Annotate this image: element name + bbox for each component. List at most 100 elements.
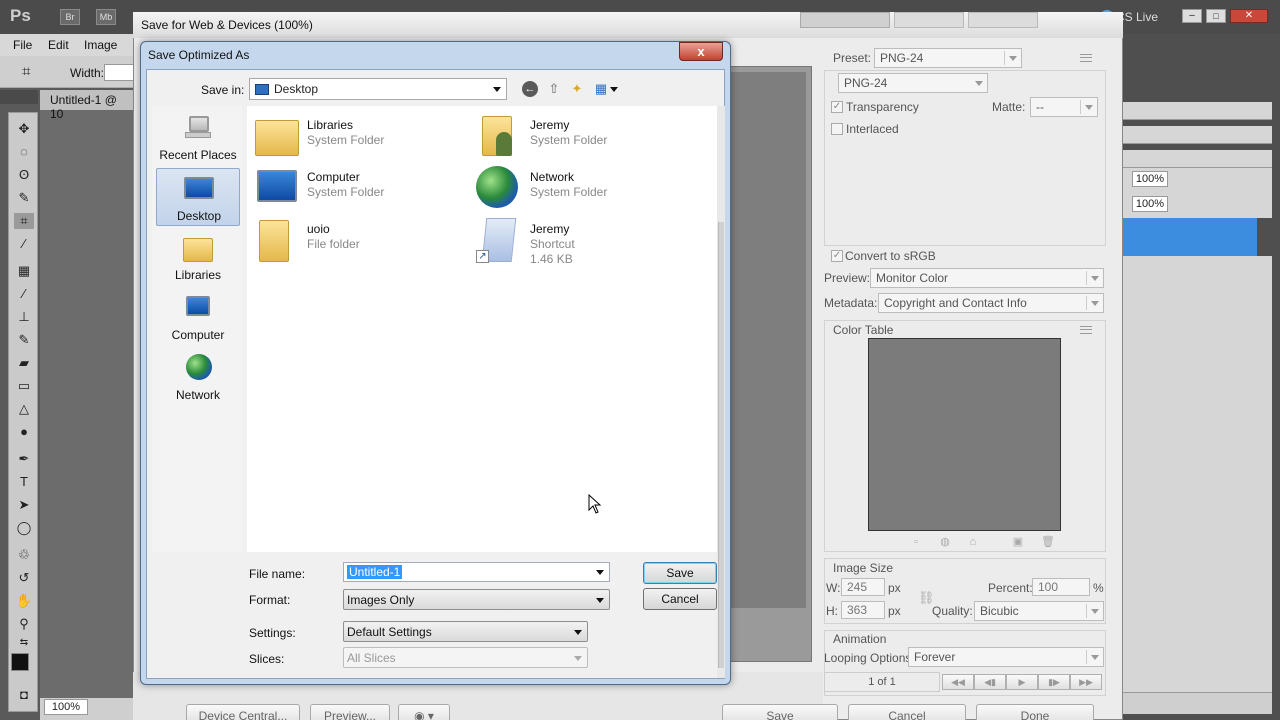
file-format-select[interactable]: PNG-24 <box>838 73 988 93</box>
transparency-checkbox[interactable]: ✓ <box>831 101 843 113</box>
foreground-color-swatch[interactable] <box>11 653 29 671</box>
image-width-input[interactable]: 245 <box>841 578 885 596</box>
quick-select-tool-icon[interactable]: ✎ <box>14 190 34 206</box>
scrollbar-thumb[interactable] <box>718 222 724 668</box>
looping-select[interactable]: Forever <box>908 647 1104 667</box>
back-icon[interactable]: ← <box>522 81 538 97</box>
marquee-tool-icon[interactable]: ◌ <box>14 144 34 160</box>
view-chevron-down-icon[interactable] <box>610 87 618 92</box>
next-frame-button[interactable]: ▮▶ <box>1038 674 1070 690</box>
blur-tool-icon[interactable]: △ <box>14 401 34 417</box>
bridge-button[interactable]: Br <box>60 9 80 25</box>
slices-select[interactable]: All Slices <box>343 647 588 668</box>
file-item-libraries[interactable]: Libraries System Folder <box>253 114 453 164</box>
previous-frame-button[interactable]: ◀▮ <box>974 674 1006 690</box>
sfw-cancel-button[interactable]: Cancel <box>848 704 966 720</box>
device-central-button[interactable]: Device Central... <box>186 704 300 720</box>
new-folder-icon[interactable]: ✦ <box>569 81 585 97</box>
dialog-close-button[interactable]: x <box>679 42 723 61</box>
save-in-select[interactable]: Desktop <box>249 78 507 100</box>
quick-mask-icon[interactable]: ◘ <box>14 687 34 703</box>
up-folder-icon[interactable]: ⇧ <box>546 81 562 97</box>
lasso-tool-icon[interactable]: ʘ <box>14 167 34 183</box>
dialog-save-button[interactable]: Save <box>643 562 717 584</box>
hand-tool-icon[interactable]: ✋ <box>14 593 34 609</box>
percent-input[interactable]: 100 <box>1032 578 1090 596</box>
file-item-network[interactable]: Network System Folder <box>476 166 676 216</box>
app-close-button[interactable]: ✕ <box>1230 9 1268 23</box>
new-color-icon[interactable]: ▣ <box>1012 536 1024 548</box>
eyedropper-tool-icon[interactable]: ⁄ <box>14 236 34 252</box>
lock-color-icon[interactable]: ⌂ <box>967 536 979 548</box>
interlaced-checkbox[interactable] <box>831 123 843 135</box>
file-item-jeremy[interactable]: Jeremy System Folder <box>476 114 676 164</box>
image-height-input[interactable]: 363 <box>841 601 885 619</box>
view-tab[interactable] <box>894 12 964 28</box>
place-recent-places[interactable]: Recent Places <box>156 108 240 166</box>
pen-tool-icon[interactable]: ✒ <box>14 451 34 467</box>
menu-image[interactable]: Image <box>84 38 117 52</box>
3d-orbit-tool-icon[interactable]: ↺ <box>14 570 34 586</box>
settings-select[interactable]: Default Settings <box>343 621 588 642</box>
file-list: Libraries System Folder Jeremy System Fo… <box>247 106 717 552</box>
history-brush-icon[interactable]: ✎ <box>14 332 34 348</box>
menu-edit[interactable]: Edit <box>48 38 69 52</box>
3d-rotate-tool-icon[interactable]: ♲ <box>14 547 34 563</box>
fill-value[interactable]: 100% <box>1132 196 1168 212</box>
view-menu-icon[interactable]: ▦ <box>593 81 609 97</box>
delete-color-icon[interactable]: 🗑 <box>1041 536 1055 548</box>
path-select-tool-icon[interactable]: ➤ <box>14 497 34 513</box>
shape-tool-icon[interactable]: ◯ <box>14 520 34 536</box>
stamp-tool-icon[interactable]: ⊥ <box>14 309 34 325</box>
map-transparent-icon[interactable]: ▫ <box>910 536 922 548</box>
mini-bridge-button[interactable]: Mb <box>96 9 116 25</box>
crop-tool-icon[interactable]: ⌗ <box>22 63 30 80</box>
convert-srgb-checkbox[interactable]: ✓ <box>831 250 843 262</box>
gradient-tool-icon[interactable]: ▭ <box>14 378 34 394</box>
chevron-down-icon[interactable] <box>596 570 604 575</box>
view-tab[interactable] <box>968 12 1038 28</box>
minimize-button[interactable]: – <box>1182 9 1202 23</box>
crop-tool-selected-icon[interactable]: ⌗ <box>14 213 34 229</box>
file-item-jeremy-shortcut[interactable]: ↗ Jeremy Shortcut 1.46 KB <box>476 218 676 278</box>
zoom-tool-icon[interactable]: ⚲ <box>14 616 34 632</box>
view-tab[interactable] <box>800 12 890 28</box>
file-name-input[interactable]: Untitled-1 <box>343 562 610 582</box>
last-frame-button[interactable]: ▶▶ <box>1070 674 1102 690</box>
metadata-select[interactable]: Copyright and Contact Info <box>878 293 1104 313</box>
selected-layer[interactable] <box>1122 218 1257 256</box>
swap-colors-icon[interactable]: ⇆ <box>14 635 34 651</box>
preview-select[interactable]: Monitor Color <box>870 268 1104 288</box>
opacity-value[interactable]: 100% <box>1132 171 1168 187</box>
place-desktop[interactable]: Desktop <box>156 168 240 226</box>
preset-select[interactable]: PNG-24 <box>874 48 1022 68</box>
dodge-tool-icon[interactable]: ● <box>14 424 34 440</box>
matte-select[interactable]: -- <box>1030 97 1098 117</box>
maximize-button[interactable]: □ <box>1206 9 1226 23</box>
file-item-uoio[interactable]: uoio File folder <box>253 218 453 268</box>
format-select[interactable]: Images Only <box>343 589 610 610</box>
place-libraries[interactable]: Libraries <box>156 228 240 286</box>
preset-menu-icon[interactable] <box>1080 54 1092 62</box>
preview-button[interactable]: Preview... <box>310 704 390 720</box>
browser-preview-button[interactable]: ◉ ▾ <box>398 704 450 720</box>
place-network[interactable]: Network <box>156 348 240 406</box>
dialog-cancel-button[interactable]: Cancel <box>643 588 717 610</box>
type-tool-icon[interactable]: T <box>14 474 34 490</box>
brush-tool-icon[interactable]: ⁄ <box>14 286 34 302</box>
place-computer[interactable]: Computer <box>156 288 240 346</box>
first-frame-button[interactable]: ◀◀ <box>942 674 974 690</box>
sfw-save-button[interactable]: Save <box>722 704 838 720</box>
eraser-tool-icon[interactable]: ▰ <box>14 355 34 371</box>
healing-tool-icon[interactable]: ▦ <box>14 263 34 279</box>
sfw-done-button[interactable]: Done <box>976 704 1094 720</box>
document-tab[interactable]: Untitled-1 @ 10 <box>40 90 140 121</box>
zoom-level[interactable]: 100% <box>44 699 88 715</box>
color-table-menu-icon[interactable] <box>1080 326 1092 334</box>
quality-select[interactable]: Bicubic <box>974 601 1104 621</box>
menu-file[interactable]: File <box>13 38 32 52</box>
web-shift-icon[interactable]: ◍ <box>939 536 951 548</box>
play-button[interactable]: ▶ <box>1006 674 1038 690</box>
file-item-computer[interactable]: Computer System Folder <box>253 166 453 216</box>
move-tool-icon[interactable]: ✥ <box>14 121 34 137</box>
